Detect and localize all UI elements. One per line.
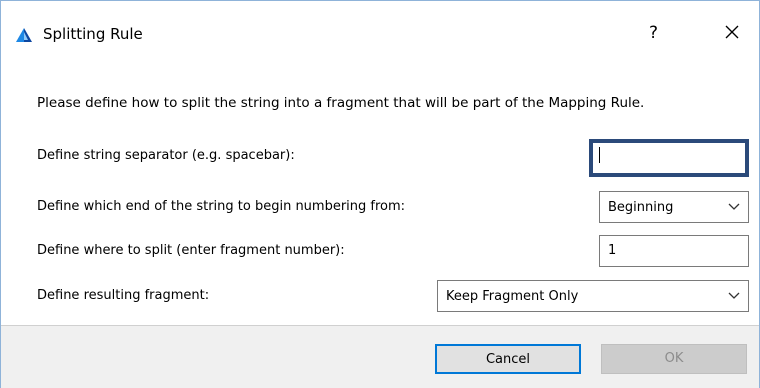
separator-label: Define string separator (e.g. spacebar):: [37, 148, 295, 163]
result-label: Define resulting fragment:: [37, 288, 210, 303]
result-select[interactable]: Keep Fragment Only: [437, 280, 749, 312]
close-icon[interactable]: [717, 17, 747, 47]
chevron-down-icon: [728, 203, 740, 210]
separator-input[interactable]: [589, 139, 749, 177]
result-selected: Keep Fragment Only: [446, 289, 579, 304]
window-title: Splitting Rule: [43, 25, 143, 43]
intro-text: Please define how to split the string in…: [37, 95, 645, 111]
numbering-label: Define which end of the string to begin …: [37, 199, 406, 214]
text-caret: [599, 147, 600, 163]
ok-button[interactable]: OK: [601, 344, 747, 374]
dialog-content: Please define how to split the string in…: [1, 63, 759, 325]
split-label: Define where to split (enter fragment nu…: [37, 243, 345, 258]
title-bar: Splitting Rule ?: [1, 1, 759, 63]
chevron-down-icon: [728, 292, 740, 299]
help-button[interactable]: ?: [649, 23, 658, 43]
app-logo-icon: [16, 28, 32, 42]
numbering-selected: Beginning: [608, 200, 674, 215]
dialog-window: Splitting Rule ? Please define how to sp…: [0, 0, 760, 388]
button-bar: Cancel OK: [1, 325, 759, 388]
fragment-number-input[interactable]: 1: [599, 235, 749, 267]
numbering-select[interactable]: Beginning: [599, 191, 749, 223]
fragment-number-value: 1: [608, 243, 617, 258]
cancel-button[interactable]: Cancel: [435, 344, 581, 374]
